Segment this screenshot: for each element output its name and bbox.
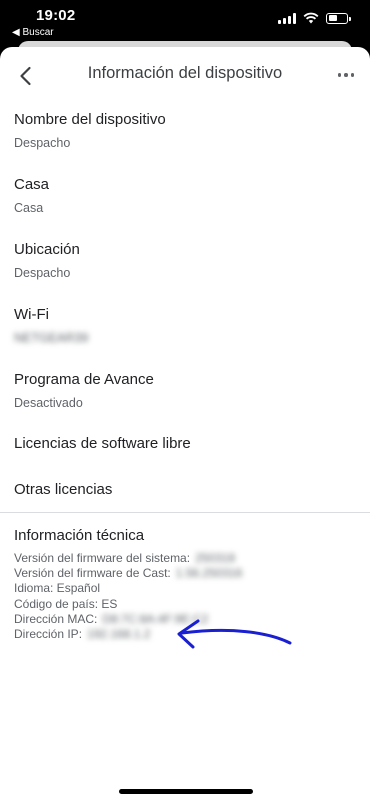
open-source-licenses-item[interactable]: Licencias de software libre xyxy=(14,435,356,453)
item-value: Casa xyxy=(14,201,44,215)
info-value: 250318 xyxy=(195,551,236,565)
back-to-search-link[interactable]: ◀ Buscar xyxy=(12,27,54,38)
wifi-network-name: NETGEAR39 xyxy=(14,331,89,345)
language-line: Idioma: Español xyxy=(14,581,356,596)
preview-program-item[interactable]: Programa de Avance Desactivado xyxy=(14,371,356,411)
info-label: Idioma: Español xyxy=(14,581,101,596)
firmware-system-line: Versión del firmware del sistema: 250318 xyxy=(14,551,356,566)
status-time: 19:02 xyxy=(36,7,76,24)
device-info-sheet: Información del dispositivo Nombre del d… xyxy=(0,47,370,801)
home-indicator xyxy=(119,789,253,794)
item-value: Despacho xyxy=(14,266,71,280)
item-title: Otras licencias xyxy=(14,481,113,498)
technical-info-section: Información técnica Versión del firmware… xyxy=(14,527,356,642)
device-name-item[interactable]: Nombre del dispositivo Despacho xyxy=(14,111,356,151)
info-label: Dirección IP: xyxy=(14,627,83,642)
info-value: 192.168.1.2 xyxy=(87,627,151,642)
item-value: Despacho xyxy=(14,136,71,150)
item-title: Nombre del dispositivo xyxy=(14,111,166,128)
annotation-arrow-icon xyxy=(177,619,292,649)
more-options-icon[interactable] xyxy=(335,65,357,85)
firmware-cast-line: Versión del firmware de Cast: 1.56.250316 xyxy=(14,566,356,581)
item-value: Desactivado xyxy=(14,396,83,410)
status-icons xyxy=(278,12,351,24)
home-item[interactable]: Casa Casa xyxy=(14,176,356,216)
country-code-line: Código de país: ES xyxy=(14,597,356,612)
info-label: Dirección MAC: xyxy=(14,611,98,626)
wifi-item[interactable]: Wi-Fi NETGEAR39 xyxy=(14,306,356,346)
item-title: Licencias de software libre xyxy=(14,435,191,452)
ip-address-line: Dirección IP: 192.168.1.2 xyxy=(14,627,356,642)
section-title: Información técnica xyxy=(14,527,145,544)
info-label: Versión del firmware del sistema: xyxy=(14,551,191,565)
item-title: Wi-Fi xyxy=(14,306,49,323)
cellular-signal-icon xyxy=(278,12,296,24)
item-title: Programa de Avance xyxy=(14,371,154,388)
info-value: 1.56.250316 xyxy=(175,566,243,581)
page-title: Información del dispositivo xyxy=(87,64,283,82)
info-value: D8:7C:8A:4F:9E:C2 xyxy=(102,611,209,626)
technical-info-list: Versión del firmware del sistema: 250318 … xyxy=(14,551,356,642)
info-label: Código de país: ES xyxy=(14,596,118,611)
status-bar: 19:02 ◀ Buscar xyxy=(0,0,370,44)
item-title: Ubicación xyxy=(14,241,80,258)
item-title: Casa xyxy=(14,176,50,193)
wifi-icon xyxy=(303,12,319,24)
other-licenses-item[interactable]: Otras licencias xyxy=(14,481,356,499)
location-item[interactable]: Ubicación Despacho xyxy=(14,241,356,281)
mac-address-line: Dirección MAC: D8:7C:8A:4F:9E:C2 xyxy=(14,612,356,627)
divider xyxy=(0,512,370,513)
app-bar: Información del dispositivo xyxy=(0,47,370,102)
info-label: Versión del firmware de Cast: xyxy=(14,566,171,581)
battery-icon xyxy=(326,12,351,24)
